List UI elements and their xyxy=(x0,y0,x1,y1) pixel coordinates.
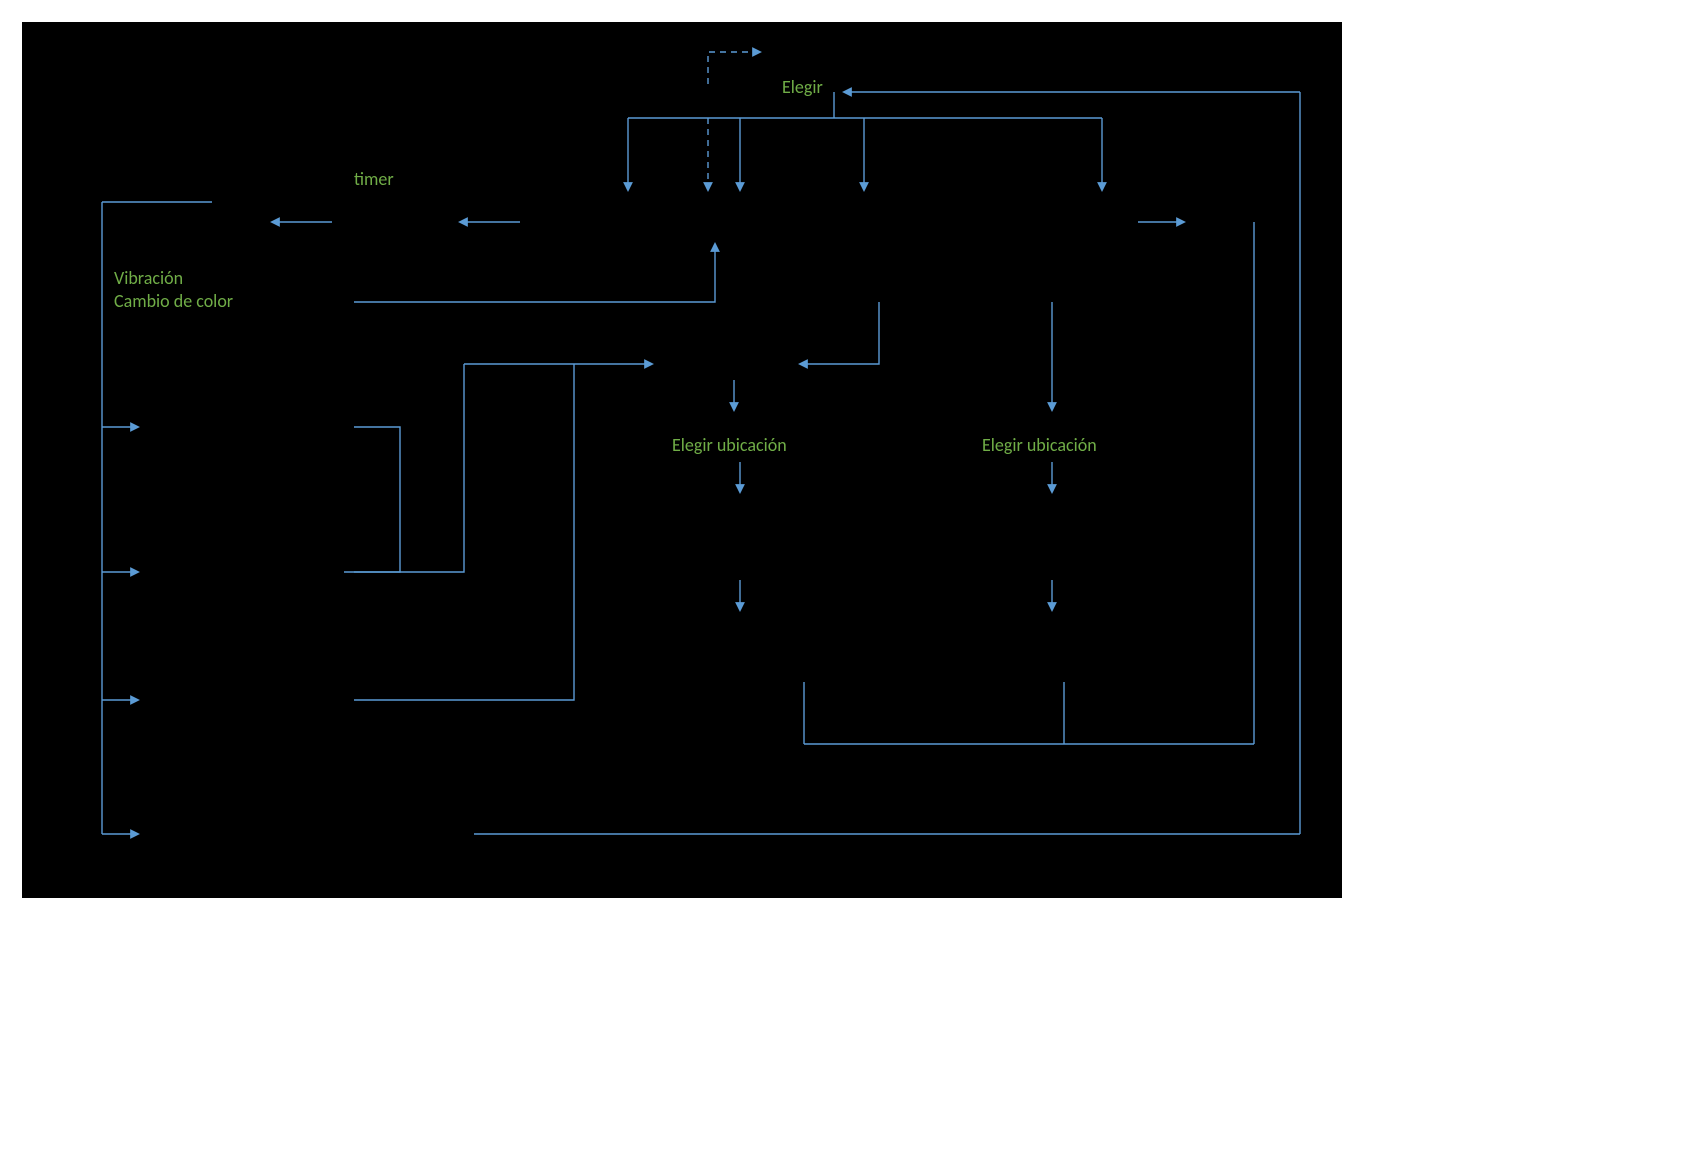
diagram-frame: Elegir timer Vibración Cambio de color E… xyxy=(22,22,1342,898)
connectors-svg xyxy=(22,22,1342,898)
diagram-stage: Elegir timer Vibración Cambio de color E… xyxy=(0,0,1690,1160)
